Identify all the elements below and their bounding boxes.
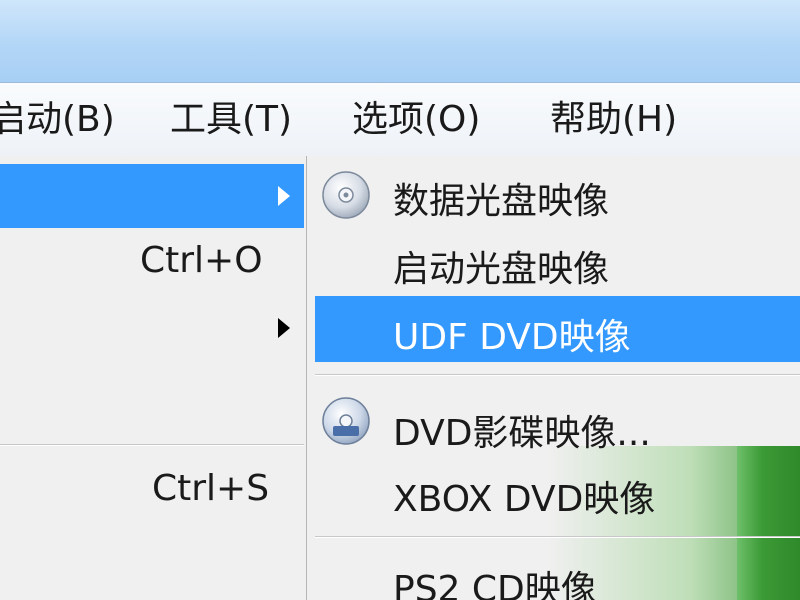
menu-boot[interactable]: 启动(B) — [0, 93, 115, 147]
shortcut-open: Ctrl+O — [140, 240, 263, 281]
menu-item-new-image[interactable] — [0, 164, 304, 228]
menu-separator — [315, 374, 800, 376]
dvd-disc-icon — [321, 396, 371, 450]
submenu-item-dvd-video-image[interactable]: DVD影碟映像... — [393, 404, 651, 456]
disc-icon — [321, 170, 371, 224]
menu-separator — [0, 444, 304, 446]
tools-dropdown-menu: Ctrl+O Ctrl+S — [0, 156, 307, 600]
menu-tools[interactable]: 工具(T) — [170, 93, 292, 147]
menu-options[interactable]: 选项(O) — [352, 93, 480, 147]
background-window-edge — [737, 446, 800, 600]
submenu-item-ps2-cd-image[interactable]: PS2 CD映像 — [393, 560, 597, 600]
submenu-item-xbox-dvd-image[interactable]: XBOX DVD映像 — [393, 470, 655, 522]
submenu-item-data-disc-image[interactable]: 数据光盘映像 — [393, 172, 609, 224]
menu-help[interactable]: 帮助(H) — [550, 93, 677, 147]
window-title-bar — [0, 0, 800, 82]
submenu-arrow-icon — [278, 318, 290, 338]
submenu-item-udf-dvd-image[interactable]: UDF DVD映像 — [393, 308, 631, 360]
menu-item-with-submenu[interactable] — [0, 296, 304, 360]
submenu-arrow-icon — [278, 186, 290, 206]
submenu-item-boot-disc-image[interactable]: 启动光盘映像 — [393, 240, 609, 292]
menu-bar: 启动(B) 工具(T) 选项(O) 帮助(H) — [0, 82, 800, 157]
menu-separator — [315, 536, 800, 538]
shortcut-save: Ctrl+S — [152, 468, 270, 509]
new-image-submenu: 数据光盘映像 启动光盘映像 UDF DVD映像 DVD影碟映像... XBOX … — [307, 156, 800, 600]
